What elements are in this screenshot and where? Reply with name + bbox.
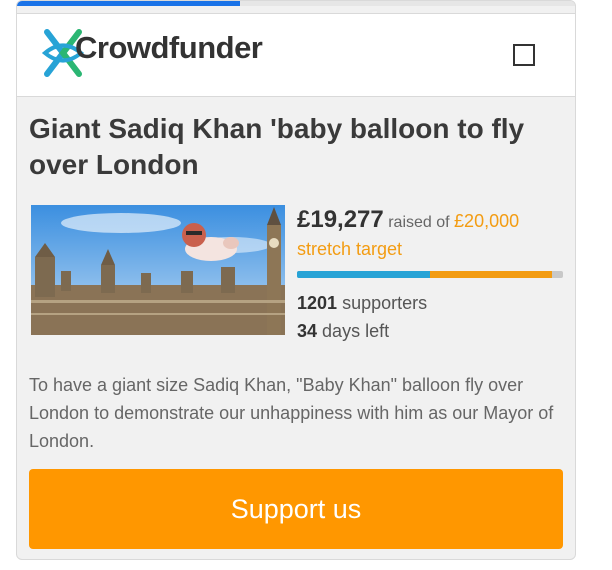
page-load-progress xyxy=(17,1,575,6)
supporters-label: supporters xyxy=(342,293,428,313)
days-count: 34 xyxy=(297,321,318,341)
funding-progress-bar xyxy=(297,271,563,278)
campaign-card: Crowdfunder Giant Sadiq Khan 'baby ballo… xyxy=(16,0,576,560)
brand-name[interactable]: Crowdfunder xyxy=(75,30,263,66)
supporters-stat: 1201 supporters xyxy=(297,293,427,314)
campaign-title[interactable]: Giant Sadiq Khan 'baby balloon to fly ov… xyxy=(29,111,559,183)
checkbox-icon[interactable] xyxy=(513,44,535,66)
funding-summary: £19,277 raised of £20,000 xyxy=(297,205,567,238)
funding-progress-first-target xyxy=(297,271,430,278)
support-us-button[interactable]: Support us xyxy=(29,469,563,549)
days-left-stat: 34 days left xyxy=(297,321,389,342)
supporters-count: 1201 xyxy=(297,293,338,313)
stretch-target-label: stretch target xyxy=(297,239,403,259)
raised-of-label: raised of xyxy=(388,214,450,231)
raised-amount: £19,277 xyxy=(297,206,384,233)
page-load-progress-fill xyxy=(17,1,241,6)
campaign-description: To have a giant size Sadiq Khan, "Baby K… xyxy=(29,375,554,451)
days-left-label: days left xyxy=(322,321,390,341)
site-header: Crowdfunder xyxy=(17,13,575,97)
palace-of-westminster-baby-balloon-photo[interactable] xyxy=(31,205,285,335)
funding-progress-stretch xyxy=(430,271,553,278)
target-amount: £20,000 xyxy=(454,211,520,231)
